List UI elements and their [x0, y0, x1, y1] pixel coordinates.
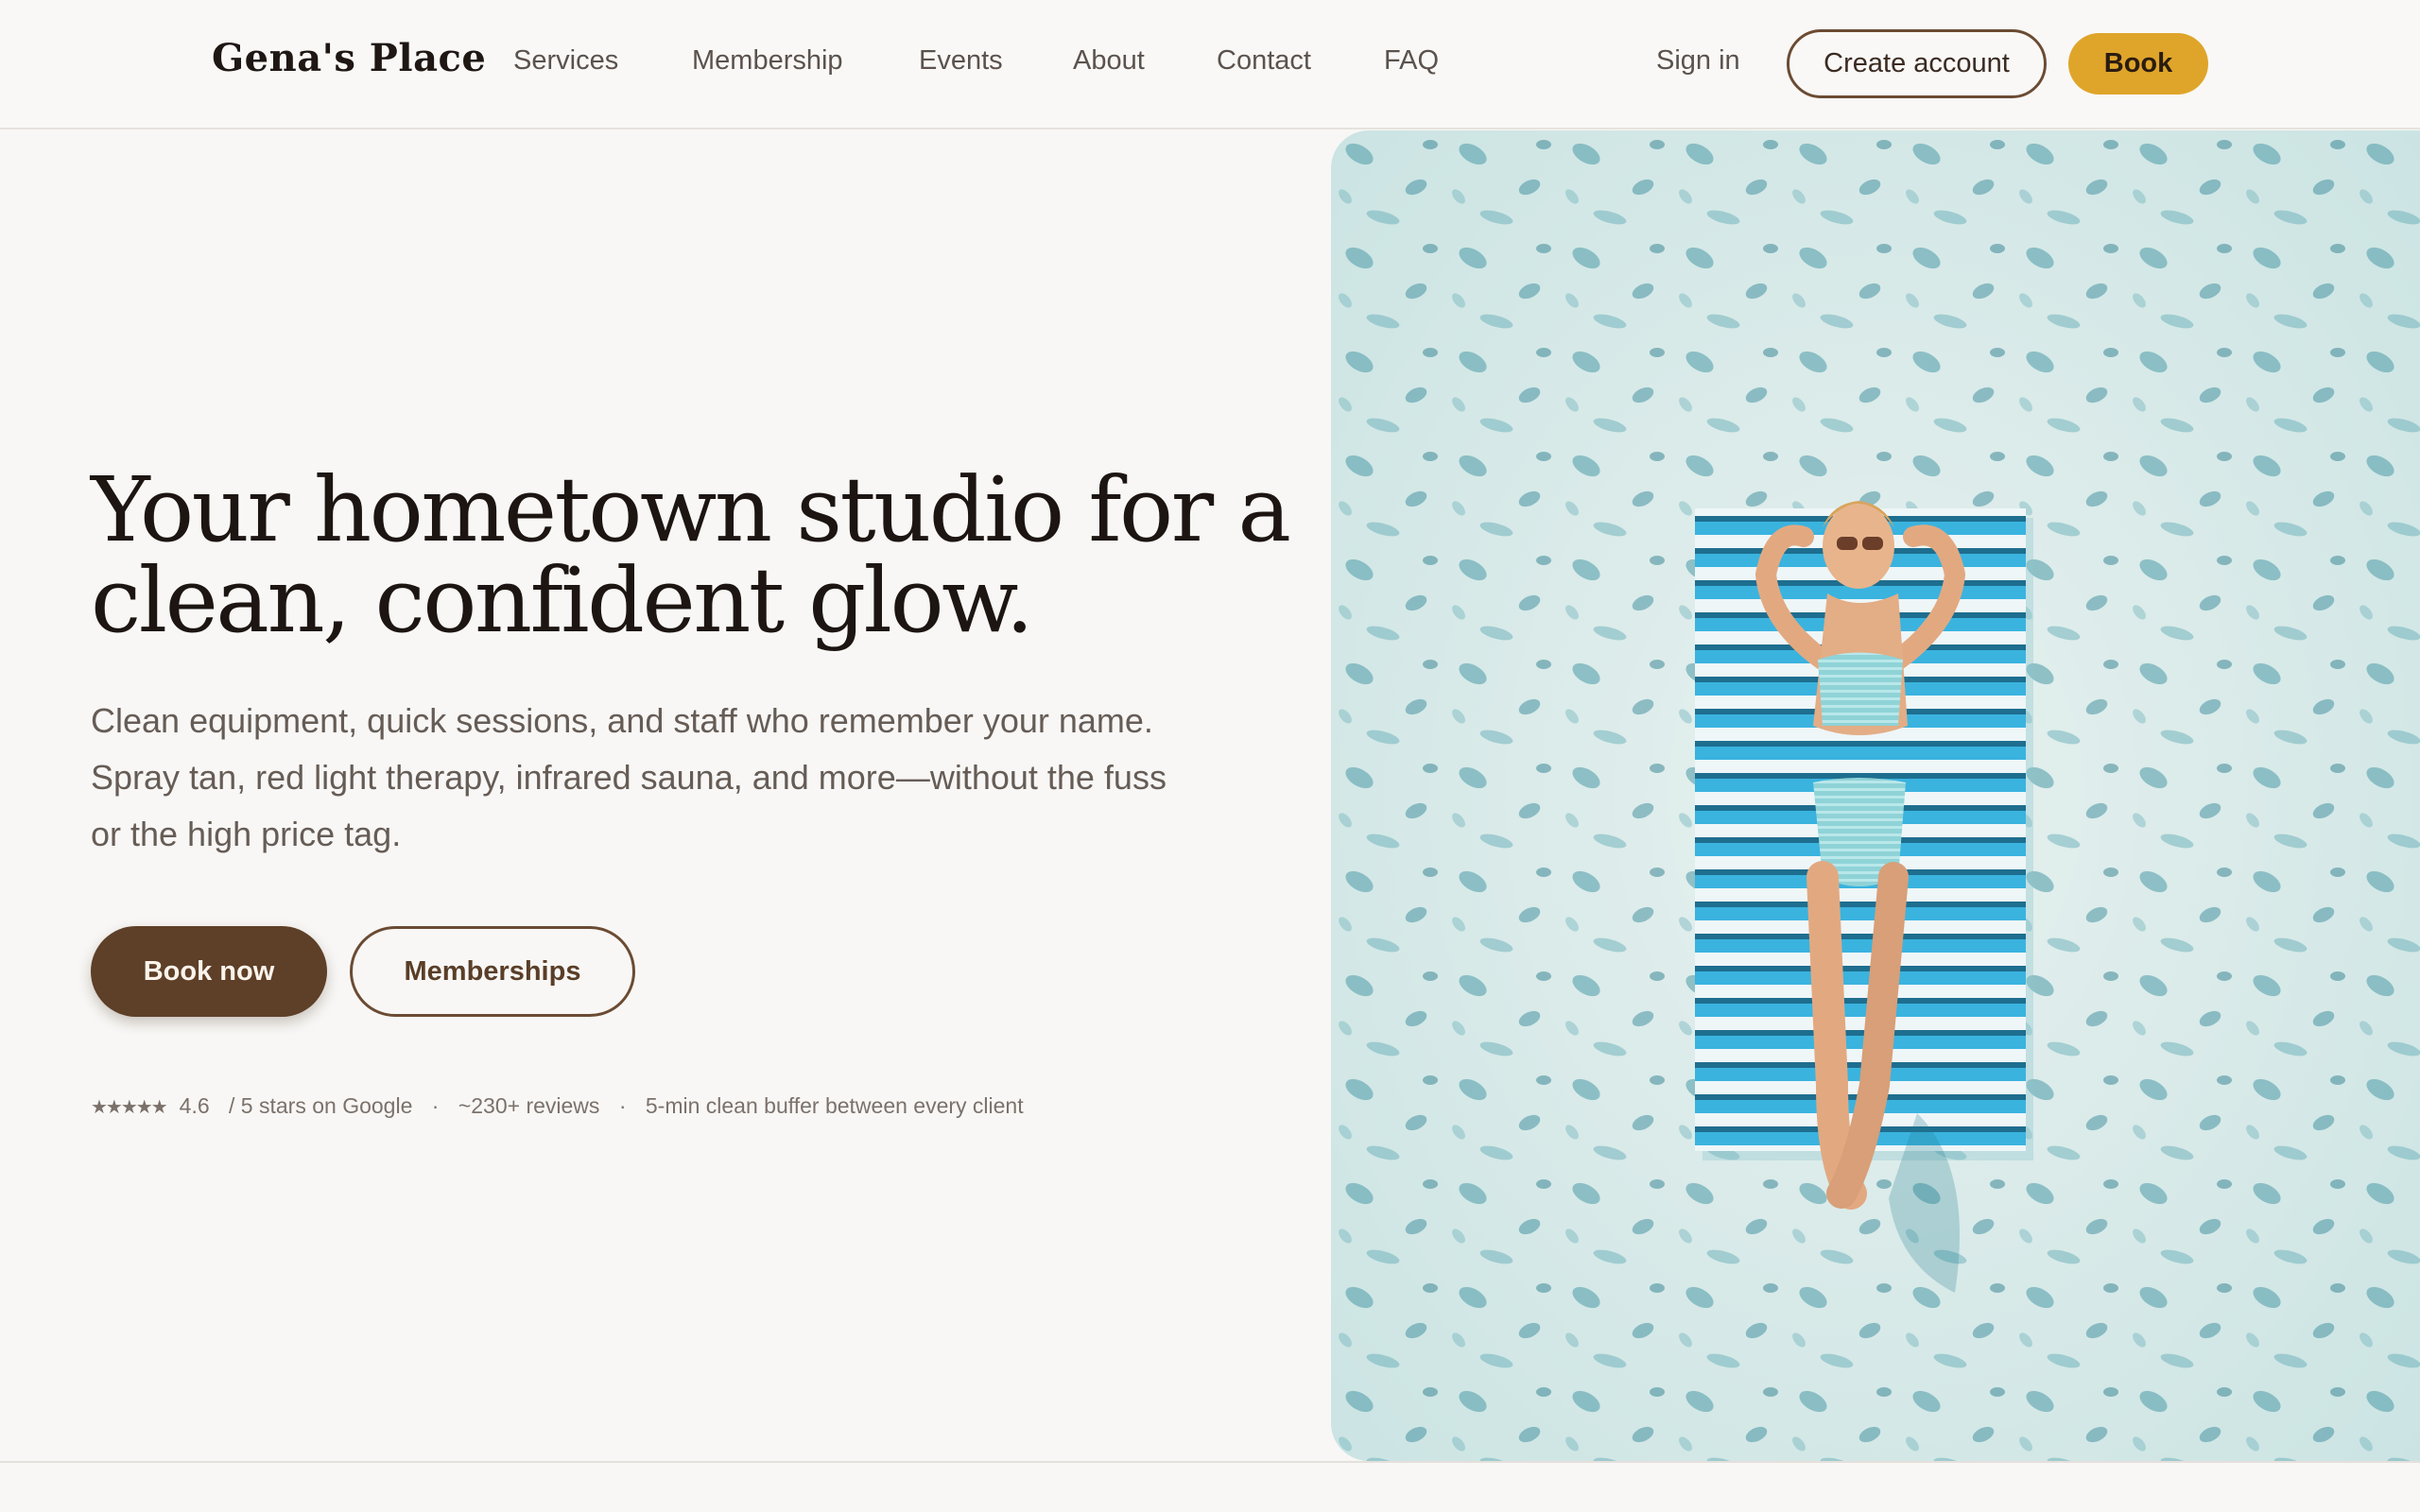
- nav-membership[interactable]: Membership: [692, 45, 843, 77]
- nav-services[interactable]: Services: [513, 45, 618, 77]
- hero-subtitle-line2: Spray tan, red light therapy, infrared s…: [91, 758, 1167, 797]
- nav-contact[interactable]: Contact: [1217, 45, 1311, 77]
- nav-about[interactable]: About: [1073, 45, 1145, 77]
- hero-subtitle-line1: Clean equipment, quick sessions, and sta…: [91, 701, 1153, 740]
- hero-subtitle: Clean equipment, quick sessions, and sta…: [91, 693, 1282, 863]
- book-now-button[interactable]: Book now: [91, 926, 327, 1017]
- separator: ·: [431, 1093, 440, 1118]
- rating-value: 4.6: [179, 1093, 210, 1118]
- hero-title-line2: clean, confident glow.: [91, 549, 1034, 653]
- rating-suffix: / 5 stars on Google: [229, 1093, 413, 1118]
- star-rating-icon: ★★★★★: [91, 1097, 168, 1118]
- social-proof: ★★★★★ 4.6 / 5 stars on Google · ~230+ rev…: [91, 1093, 1037, 1119]
- hero-image: [1331, 130, 2420, 1461]
- separator: ·: [618, 1093, 627, 1118]
- section-divider: [0, 1461, 2420, 1463]
- hero-title-line1: Your hometown studio for a: [91, 458, 1291, 562]
- memberships-button[interactable]: Memberships: [350, 926, 635, 1017]
- hero-subtitle-line3: or the high price tag.: [91, 815, 402, 853]
- brand-logo[interactable]: Gena's Place: [212, 36, 486, 80]
- nav-faq[interactable]: FAQ: [1384, 45, 1439, 77]
- book-button[interactable]: Book: [2068, 33, 2208, 94]
- nav-events[interactable]: Events: [919, 45, 1003, 77]
- review-count: ~230+ reviews: [458, 1093, 600, 1118]
- hero-title: Your hometown studio for a clean, confid…: [91, 465, 1320, 646]
- beach-sunbather-image: [1331, 130, 2420, 1461]
- sign-in-link[interactable]: Sign in: [1656, 45, 1740, 77]
- site-header: Gena's Place Services Membership Events …: [0, 0, 2420, 129]
- clean-buffer-note: 5-min clean buffer between every client: [645, 1093, 1024, 1118]
- create-account-button[interactable]: Create account: [1787, 29, 2047, 98]
